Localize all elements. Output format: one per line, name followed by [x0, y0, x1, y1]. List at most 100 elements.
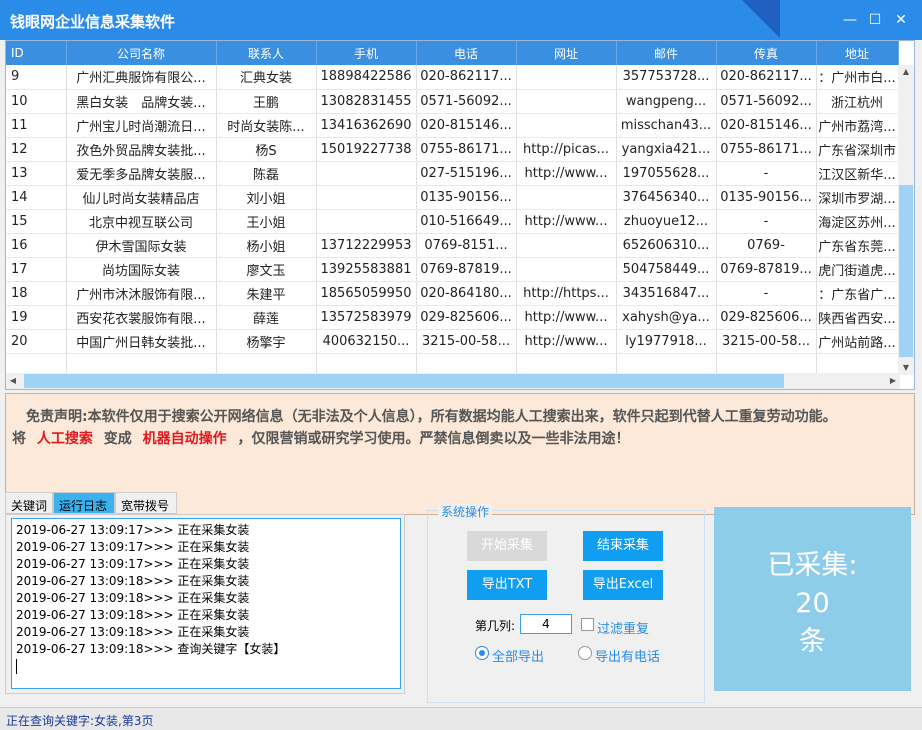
minimize-icon[interactable]: — — [842, 12, 858, 28]
export-with-phone-label[interactable]: 导出有电话 — [595, 646, 660, 665]
cell-website[interactable]: http://https... — [516, 281, 617, 306]
close-icon[interactable]: ✕ — [893, 12, 909, 28]
cell-email[interactable]: yangxia421... — [616, 137, 717, 162]
cell-email[interactable]: ly1977918... — [616, 329, 717, 354]
cell-website[interactable]: http://www... — [516, 329, 617, 354]
table-row[interactable]: 19 西安花衣裳服饰有限... 薛莲 13572583979 029-825606...… — [6, 305, 899, 330]
horizontal-scrollbar[interactable]: ◀ ▶ — [6, 373, 900, 389]
column-header-address[interactable]: 地址 — [816, 41, 899, 65]
scroll-up-icon[interactable]: ▲ — [898, 65, 914, 79]
cell-id[interactable]: 13 — [6, 161, 67, 186]
cell-fax[interactable]: 0135-90156... — [716, 185, 817, 210]
cell-website[interactable] — [516, 113, 617, 138]
horizontal-scroll-thumb[interactable] — [24, 374, 784, 388]
cell-phone[interactable]: 020-862117... — [416, 65, 517, 90]
cell-contact[interactable]: 薛莲 — [216, 305, 317, 330]
cell-mobile[interactable] — [316, 185, 417, 210]
cell-address[interactable]: 广东省深圳市 — [816, 137, 899, 162]
cell-address[interactable]: 广州站前路... — [816, 329, 899, 354]
scroll-left-icon[interactable]: ◀ — [6, 373, 20, 389]
vertical-scroll-thumb[interactable] — [899, 185, 913, 357]
cell-email[interactable]: 357753728... — [616, 65, 717, 90]
cell-website[interactable] — [516, 257, 617, 282]
results-grid[interactable]: ID 公司名称 联系人 手机 电话 网址 邮件 传真 地址 9 广州汇典服饰有限公… — [5, 40, 915, 390]
cell-phone[interactable]: 020-864180... — [416, 281, 517, 306]
cell-id[interactable]: 11 — [6, 113, 67, 138]
table-row[interactable]: 13 爱无季多品牌女装服... 陈磊 027-515196... http://www.… — [6, 161, 899, 186]
column-header-phone[interactable]: 电话 — [416, 41, 517, 65]
cell-mobile[interactable] — [316, 161, 417, 186]
start-collect-button[interactable]: 开始采集 — [467, 531, 547, 561]
cell-fax[interactable]: 020-862117... — [716, 65, 817, 90]
column-number-input[interactable]: 4 — [520, 614, 572, 634]
export-all-label[interactable]: 全部导出 — [492, 646, 544, 665]
cell-phone[interactable]: 010-516649... — [416, 209, 517, 234]
cell-email[interactable]: zhuoyue12... — [616, 209, 717, 234]
cell-address[interactable]: 深圳市罗湖... — [816, 185, 899, 210]
cell-contact[interactable]: 汇典女装 — [216, 65, 317, 90]
cell-phone[interactable]: 0135-90156... — [416, 185, 517, 210]
cell-website[interactable]: http://www... — [516, 209, 617, 234]
cell-contact[interactable]: 陈磊 — [216, 161, 317, 186]
column-header-id[interactable]: ID — [6, 41, 67, 65]
cell-fax[interactable]: 020-815146... — [716, 113, 817, 138]
cell-fax[interactable]: 0769-87819... — [716, 257, 817, 282]
table-row[interactable]: 11 广州宝儿时尚潮流日... 时尚女装陈... 13416362690 020-815… — [6, 113, 899, 138]
cell-email[interactable]: xahysh@ya... — [616, 305, 717, 330]
export-with-phone-radio[interactable] — [578, 646, 592, 660]
table-row[interactable]: 18 广州市沐沐服饰有限... 朱建平 18565059950 020-864180..… — [6, 281, 899, 306]
cell-company[interactable]: 中国广州日韩女装批... — [66, 329, 217, 354]
cell-website[interactable] — [516, 65, 617, 90]
cell-phone[interactable]: 0755-86171... — [416, 137, 517, 162]
table-row[interactable]: 17 尚坊国际女装 廖文玉 13925583881 0769-87819... 50475… — [6, 257, 899, 282]
cell-email[interactable]: 197055628... — [616, 161, 717, 186]
cell-company[interactable]: 尚坊国际女装 — [66, 257, 217, 282]
cell-contact[interactable]: 刘小姐 — [216, 185, 317, 210]
cell-contact[interactable]: 杨小姐 — [216, 233, 317, 258]
cell-mobile[interactable]: 18565059950 — [316, 281, 417, 306]
cell-contact[interactable]: 廖文玉 — [216, 257, 317, 282]
export-all-radio[interactable] — [475, 646, 489, 660]
cell-address[interactable]: 陕西省西安... — [816, 305, 899, 330]
table-row[interactable]: 14 仙儿时尚女装精品店 刘小姐 0135-90156... 376456340... 0… — [6, 185, 899, 210]
cell-id[interactable]: 19 — [6, 305, 67, 330]
export-txt-button[interactable]: 导出TXT — [467, 570, 547, 600]
cell-email[interactable]: misschan43... — [616, 113, 717, 138]
cell-email[interactable]: 504758449... — [616, 257, 717, 282]
cell-id[interactable]: 9 — [6, 65, 67, 90]
table-row[interactable]: 20 中国广州日韩女装批... 杨擎宇 400632150... 3215-00-58.… — [6, 329, 899, 354]
cell-phone[interactable]: 0769-87819... — [416, 257, 517, 282]
cell-mobile[interactable]: 13572583979 — [316, 305, 417, 330]
cell-mobile[interactable]: 13082831455 — [316, 89, 417, 114]
cell-phone[interactable]: 3215-00-58... — [416, 329, 517, 354]
cell-phone[interactable]: 020-815146... — [416, 113, 517, 138]
cell-company[interactable]: 仙儿时尚女装精品店 — [66, 185, 217, 210]
cell-fax[interactable]: 0571-56092... — [716, 89, 817, 114]
cell-company[interactable]: 西安花衣裳服饰有限... — [66, 305, 217, 330]
cell-address[interactable]: 虎门街道虎... — [816, 257, 899, 282]
cell-fax[interactable]: - — [716, 281, 817, 306]
cell-mobile[interactable]: 18898422586 — [316, 65, 417, 90]
cell-fax[interactable]: 0755-86171... — [716, 137, 817, 162]
cell-contact[interactable]: 王鹏 — [216, 89, 317, 114]
cell-website[interactable]: http://www... — [516, 161, 617, 186]
cell-mobile[interactable] — [316, 209, 417, 234]
cell-address[interactable]: 海淀区苏州... — [816, 209, 899, 234]
column-header-email[interactable]: 邮件 — [616, 41, 717, 65]
tab-keywords[interactable]: 关键词 — [5, 492, 53, 514]
table-row[interactable]: 10 黑白女装 品牌女装... 王鹏 13082831455 0571-56092...… — [6, 89, 899, 114]
cell-id[interactable]: 17 — [6, 257, 67, 282]
cell-email[interactable]: 376456340... — [616, 185, 717, 210]
filter-duplicates-label[interactable]: 过滤重复 — [597, 618, 649, 637]
cell-website[interactable]: http://www... — [516, 305, 617, 330]
cell-contact[interactable]: 时尚女装陈... — [216, 113, 317, 138]
cell-website[interactable] — [516, 233, 617, 258]
cell-email[interactable]: 343516847... — [616, 281, 717, 306]
table-row[interactable]: 9 广州汇典服饰有限公... 汇典女装 18898422586 020-862117..… — [6, 65, 899, 90]
table-row[interactable]: 12 孜色外贸品牌女装批... 杨S 15019227738 0755-86171...… — [6, 137, 899, 162]
cell-id[interactable]: 18 — [6, 281, 67, 306]
cell-company[interactable]: 广州市沐沐服饰有限... — [66, 281, 217, 306]
cell-fax[interactable]: 029-825606... — [716, 305, 817, 330]
cell-company[interactable]: 黑白女装 品牌女装... — [66, 89, 217, 114]
cell-contact[interactable]: 杨擎宇 — [216, 329, 317, 354]
